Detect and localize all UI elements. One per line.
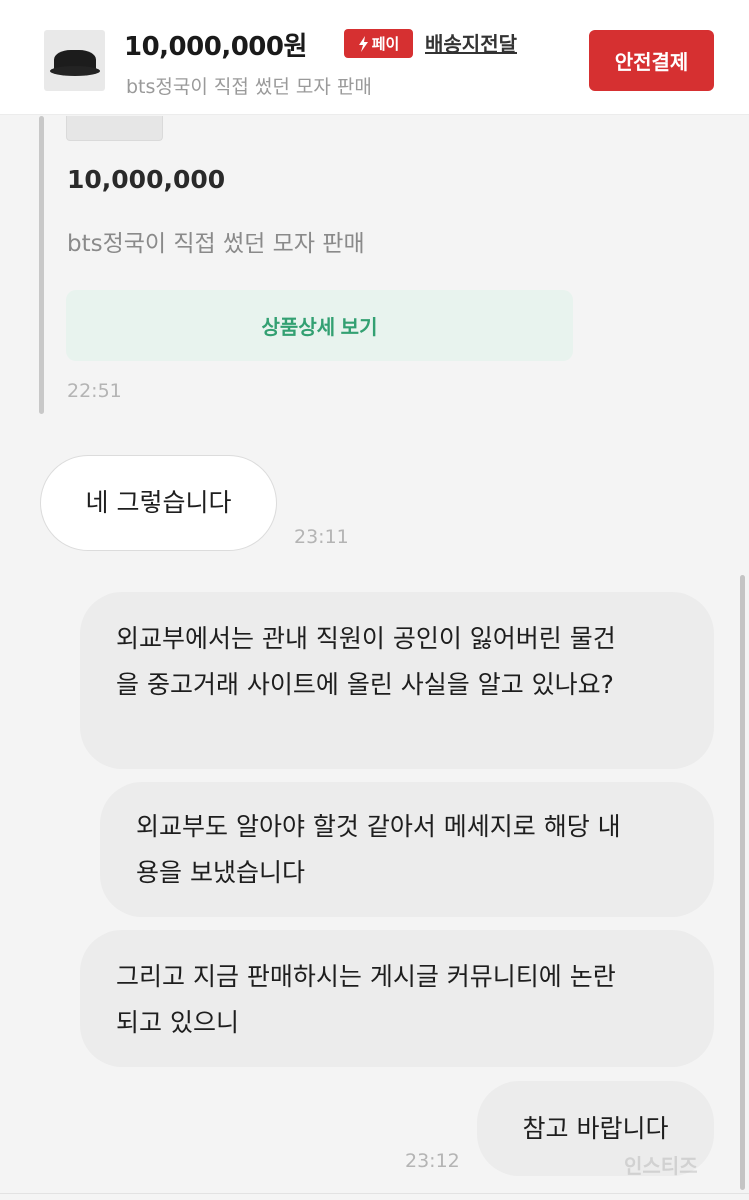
sent-message-bubble[interactable]: 그리고 지금 판매하시는 게시글 커뮤니티에 논란 되고 있으니 (80, 930, 714, 1067)
message-time: 23:12 (405, 1150, 460, 1172)
received-message-bubble[interactable]: 네 그렇습니다 (40, 455, 277, 551)
safe-pay-button[interactable]: 안전결제 (589, 30, 714, 91)
chat-header: 10,000,000원 페이 배송지전달 bts정국이 직접 썼던 모자 판매 … (0, 0, 749, 115)
header-product-title: bts정국이 직접 썼던 모자 판매 (126, 76, 372, 98)
card-product-image[interactable] (66, 116, 163, 141)
message-text-line: 용을 보냈습니다 (136, 858, 305, 887)
header-price: 10,000,000원 (124, 32, 307, 62)
product-detail-button[interactable]: 상품상세 보기 (66, 290, 573, 361)
divider (0, 1193, 749, 1194)
card-quote-bar (39, 116, 44, 414)
message-text-line: 외교부도 알아야 할것 같아서 메세지로 해당 내 (136, 812, 621, 841)
pay-badge: 페이 (344, 29, 413, 58)
message-text: 네 그렇습니다 (85, 488, 232, 517)
sent-message-bubble[interactable]: 외교부에서는 관내 직원이 공인이 잃어버린 물건 을 중고거래 사이트에 올린… (80, 592, 714, 769)
message-text-line: 을 중고거래 사이트에 올린 사실을 알고 있나요? (116, 670, 614, 699)
message-time: 22:51 (67, 380, 122, 402)
lightning-bolt-icon (358, 35, 368, 52)
watermark: 인스티즈 (624, 1154, 698, 1178)
pay-badge-label: 페이 (371, 35, 400, 53)
product-thumbnail[interactable] (44, 30, 105, 91)
card-price: 10,000,000 (67, 165, 226, 194)
message-time: 23:11 (294, 526, 349, 548)
message-text-line: 외교부에서는 관내 직원이 공인이 잃어버린 물건 (116, 624, 616, 653)
hat-brim (50, 66, 100, 76)
message-text-line: 그리고 지금 판매하시는 게시글 커뮤니티에 논란 (116, 962, 616, 991)
message-text: 참고 바랍니다 (522, 1113, 669, 1143)
message-text-line: 되고 있으니 (116, 1008, 239, 1037)
scrollbar[interactable] (740, 575, 745, 1190)
card-product-title: bts정국이 직접 썼던 모자 판매 (67, 231, 365, 257)
sent-message-bubble[interactable]: 외교부도 알아야 할것 같아서 메세지로 해당 내 용을 보냈습니다 (100, 782, 714, 917)
delivery-address-link[interactable]: 배송지전달 (425, 28, 517, 57)
